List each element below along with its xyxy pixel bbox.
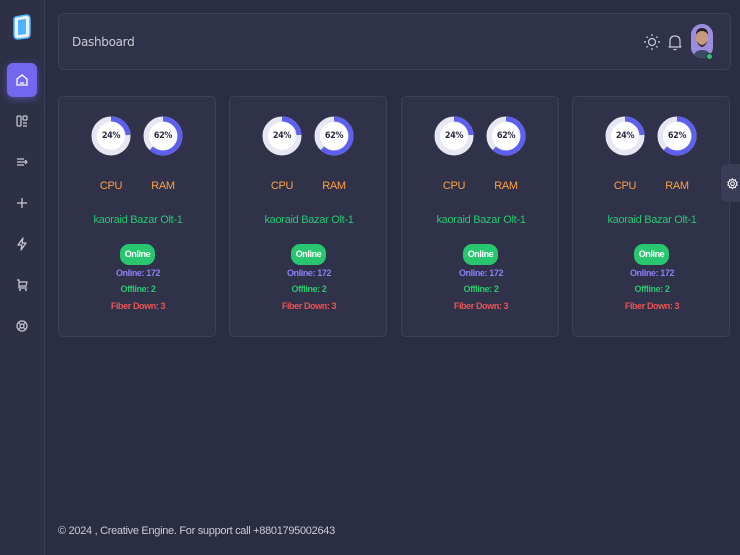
status-badge: Online [291,244,326,265]
app-logo-icon[interactable] [12,14,32,40]
sidebar-item-cart[interactable] [7,268,37,302]
sidebar-item-add[interactable] [7,186,37,220]
cpu-value: 24% [444,131,464,141]
sidebar-item-layout[interactable] [7,104,37,138]
device-name: kaoraid Bazar Olt-1 [436,214,526,226]
lifebuoy-icon [16,320,28,332]
status-badge: Online [120,244,155,265]
bell-icon[interactable] [667,33,683,51]
ram-value: 62% [324,131,344,141]
plus-icon [17,198,27,208]
online-count: Online: 172 [286,268,332,278]
top-header: Dashboard [58,13,731,70]
ram-label: RAM [665,180,689,192]
layout-icon [16,115,28,127]
sidebar-item-support[interactable] [7,309,37,343]
ram-gauge: 62% RAM [314,104,354,192]
device-name: kaoraid Bazar Olt-1 [264,214,354,226]
sidebar-item-home[interactable] [7,63,37,97]
cart-icon [17,279,28,291]
cpu-value: 24% [615,131,635,141]
list-arrow-icon [17,158,28,166]
offline-count: Offline: 2 [291,284,327,294]
footer-text: © 2024 , Creative Engine. For support ca… [58,525,335,537]
cpu-label: CPU [613,180,637,192]
online-count: Online: 172 [458,268,504,278]
fiber-down-count: Fiber Down: 3 [281,301,337,311]
ram-label: RAM [322,180,346,192]
cpu-gauge: 24% CPU [262,104,302,192]
device-name: kaoraid Bazar Olt-1 [93,214,183,226]
ram-label: RAM [151,180,175,192]
cpu-label: CPU [270,180,294,192]
online-count: Online: 172 [629,268,675,278]
cpu-value: 24% [101,131,121,141]
ram-gauge: 62% RAM [657,104,697,192]
gear-icon [726,177,738,189]
status-badge: Online [634,244,669,265]
status-badge: Online [463,244,498,265]
ram-value: 62% [496,131,516,141]
cpu-label: CPU [442,180,466,192]
device-card[interactable]: 24% CPU 62% RAM kaoraid Bazar Olt-1 Online Onl… [58,96,216,337]
cpu-gauge: 24% CPU [91,104,131,192]
home-icon [16,74,28,86]
sun-icon[interactable] [644,33,660,51]
ram-label: RAM [494,180,518,192]
online-count: Online: 172 [115,268,161,278]
page-title: Dashboard [72,35,135,49]
customizer-toggle-button[interactable] [721,164,740,202]
cpu-value: 24% [272,131,292,141]
device-card[interactable]: 24% CPU 62% RAM kaoraid Bazar Olt-1 Online Onl… [401,96,559,337]
ram-gauge: 62% RAM [486,104,526,192]
cpu-gauge: 24% CPU [434,104,474,192]
fiber-down-count: Fiber Down: 3 [624,301,680,311]
ram-value: 62% [667,131,687,141]
online-status-dot [706,53,713,60]
offline-count: Offline: 2 [634,284,670,294]
cpu-gauge: 24% CPU [605,104,645,192]
fiber-down-count: Fiber Down: 3 [110,301,166,311]
offline-count: Offline: 2 [120,284,156,294]
fiber-down-count: Fiber Down: 3 [453,301,509,311]
sidebar [0,0,45,555]
device-card[interactable]: 24% CPU 62% RAM kaoraid Bazar Olt-1 Online Onl… [229,96,387,337]
bolt-icon [17,237,27,251]
sidebar-item-power[interactable] [7,227,37,261]
sidebar-item-list[interactable] [7,145,37,179]
offline-count: Offline: 2 [463,284,499,294]
cpu-label: CPU [99,180,123,192]
device-name: kaoraid Bazar Olt-1 [607,214,697,226]
ram-gauge: 62% RAM [143,104,183,192]
ram-value: 62% [153,131,173,141]
device-card[interactable]: 24% CPU 62% RAM kaoraid Bazar Olt-1 Online Onl… [572,96,730,337]
